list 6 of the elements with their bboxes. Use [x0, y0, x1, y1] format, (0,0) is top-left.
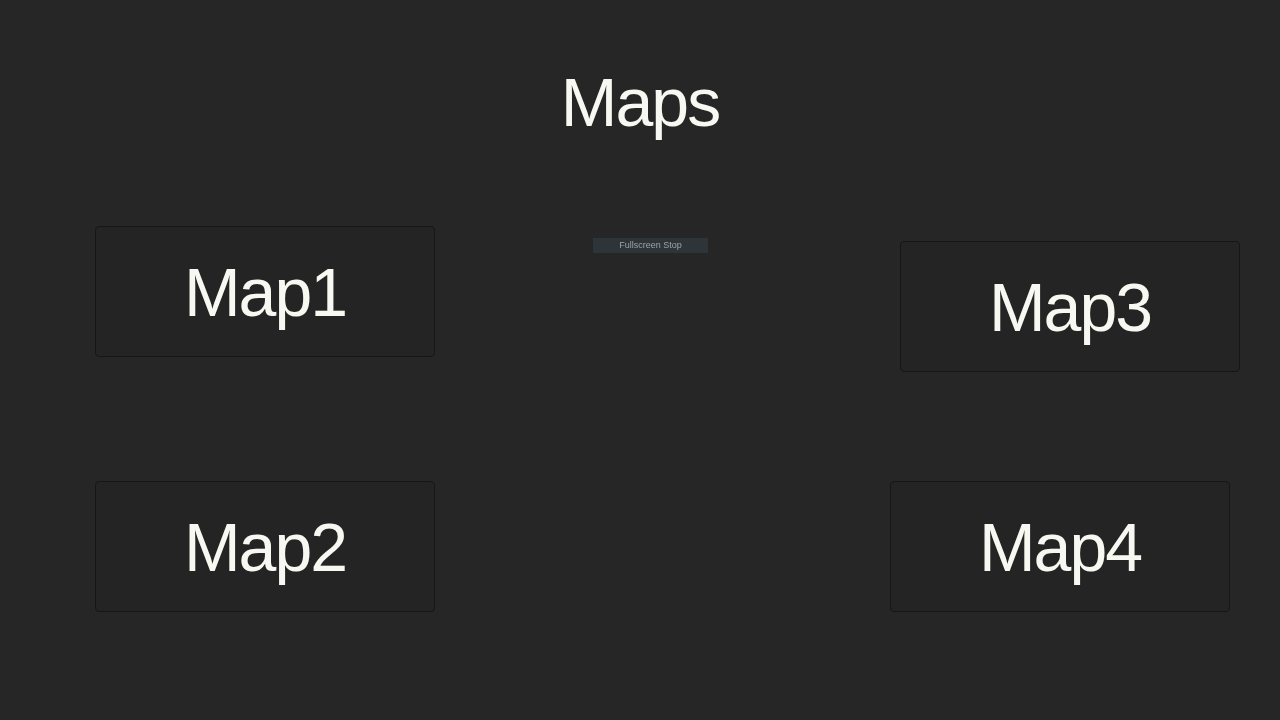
map-button[interactable]: Map3: [900, 241, 1240, 372]
toolbar-button[interactable]: Fullscreen Stop: [593, 238, 708, 253]
map-button[interactable]: Map2: [95, 481, 435, 612]
page-title: Maps: [560, 66, 720, 138]
map-button[interactable]: Map4: [890, 481, 1230, 612]
map-button[interactable]: Map1: [95, 226, 435, 357]
